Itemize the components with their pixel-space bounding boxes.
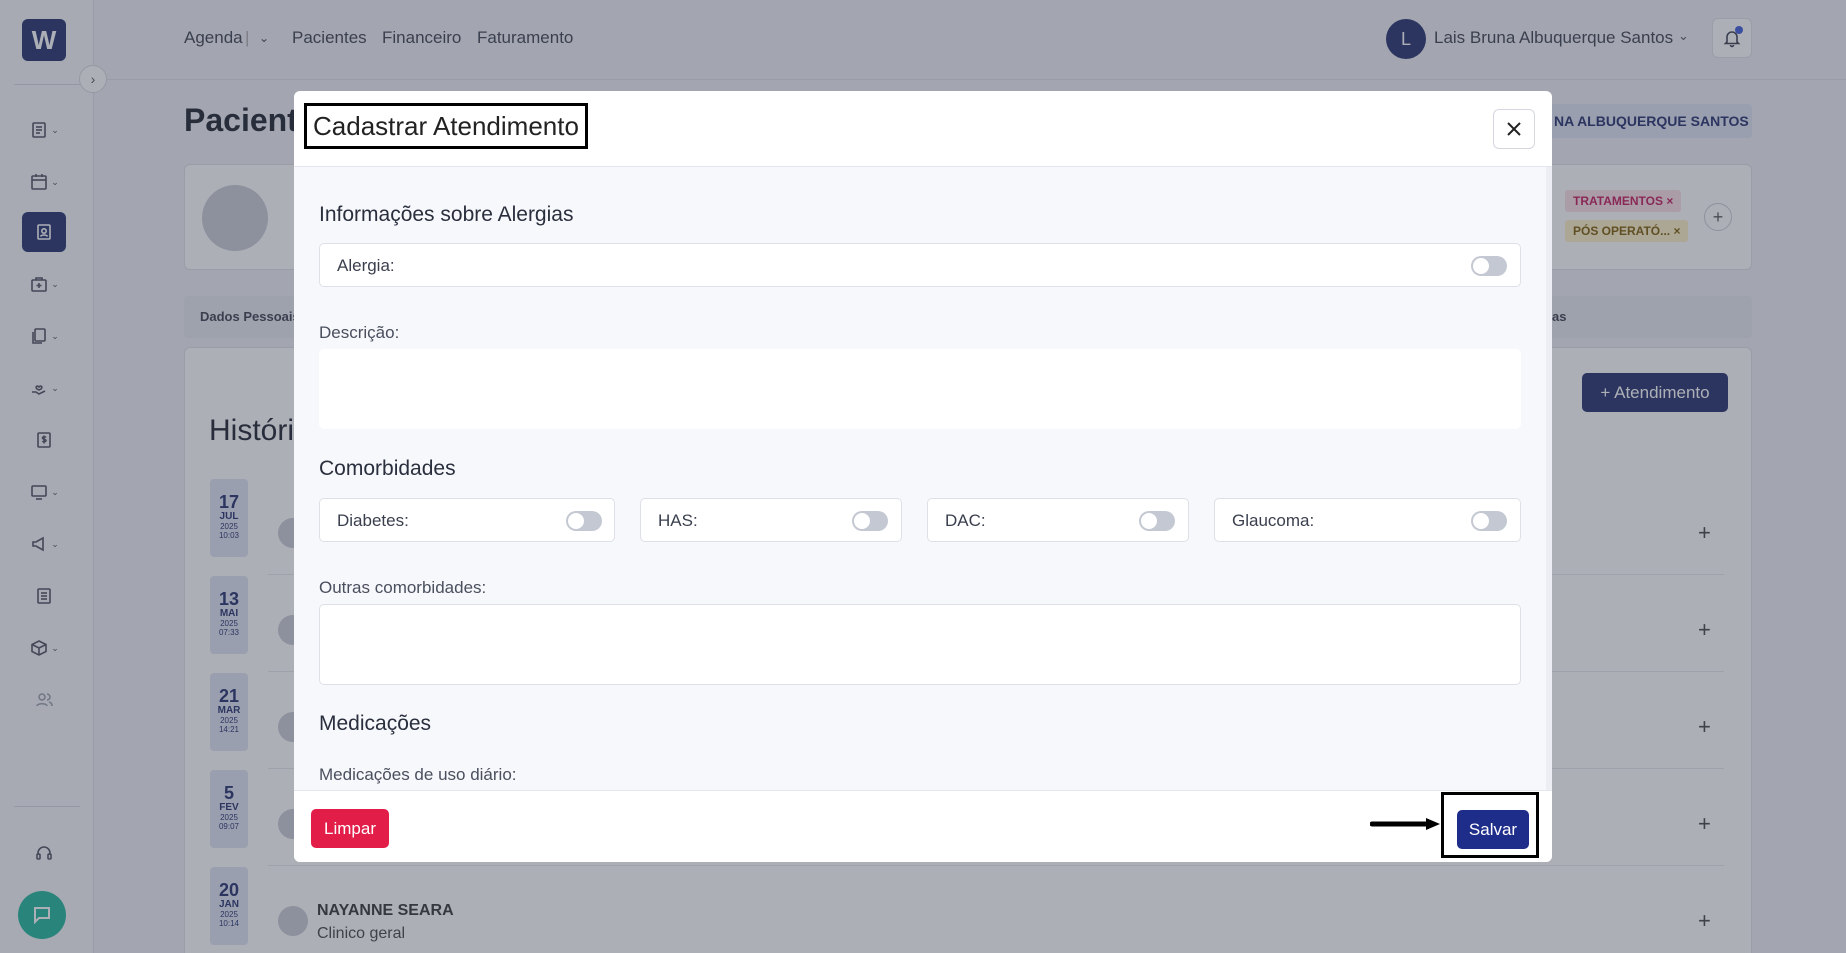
section-medicacoes-title: Medicações bbox=[319, 712, 432, 735]
modal-scrollbar[interactable] bbox=[1546, 167, 1552, 790]
descricao-textarea[interactable] bbox=[319, 349, 1521, 429]
arrow-right-icon bbox=[1370, 818, 1440, 830]
has-field: HAS: bbox=[640, 498, 902, 542]
medicacoes-uso-diario-label: Medicações de uso diário: bbox=[319, 765, 517, 784]
section-alergias-title: Informações sobre Alergias bbox=[319, 203, 574, 226]
modal-header: Cadastrar Atendimento bbox=[294, 91, 1552, 167]
glaucoma-field: Glaucoma: bbox=[1214, 498, 1521, 542]
dac-toggle[interactable] bbox=[1139, 511, 1175, 531]
dac-field: DAC: bbox=[927, 498, 1189, 542]
cadastrar-atendimento-modal: Cadastrar Atendimento Informações sobre … bbox=[294, 91, 1552, 862]
modal-title: Cadastrar Atendimento bbox=[304, 103, 588, 149]
alergia-label: Alergia: bbox=[337, 256, 395, 275]
clear-button[interactable]: Limpar bbox=[311, 809, 389, 848]
outras-comorbidades-label: Outras comorbidades: bbox=[319, 578, 487, 597]
modal-body: Informações sobre Alergias Alergia: Desc… bbox=[294, 167, 1552, 790]
glaucoma-label: Glaucoma: bbox=[1232, 511, 1315, 530]
glaucoma-toggle[interactable] bbox=[1471, 511, 1507, 531]
diabetes-field: Diabetes: bbox=[319, 498, 615, 542]
descricao-label: Descrição: bbox=[319, 323, 400, 342]
close-button[interactable] bbox=[1493, 109, 1535, 149]
section-comorbidades-title: Comorbidades bbox=[319, 457, 456, 480]
save-button[interactable]: Salvar bbox=[1457, 810, 1529, 849]
diabetes-label: Diabetes: bbox=[337, 511, 409, 530]
alergia-toggle[interactable] bbox=[1471, 256, 1507, 276]
modal-footer: Limpar Salvar bbox=[294, 790, 1552, 862]
dac-label: DAC: bbox=[945, 511, 986, 530]
save-button-highlight: Salvar bbox=[1441, 792, 1539, 858]
alergia-field: Alergia: bbox=[319, 243, 1521, 287]
diabetes-toggle[interactable] bbox=[566, 511, 602, 531]
close-icon bbox=[1507, 122, 1521, 136]
has-toggle[interactable] bbox=[852, 511, 888, 531]
has-label: HAS: bbox=[658, 511, 698, 530]
outras-comorbidades-textarea[interactable] bbox=[319, 604, 1521, 685]
